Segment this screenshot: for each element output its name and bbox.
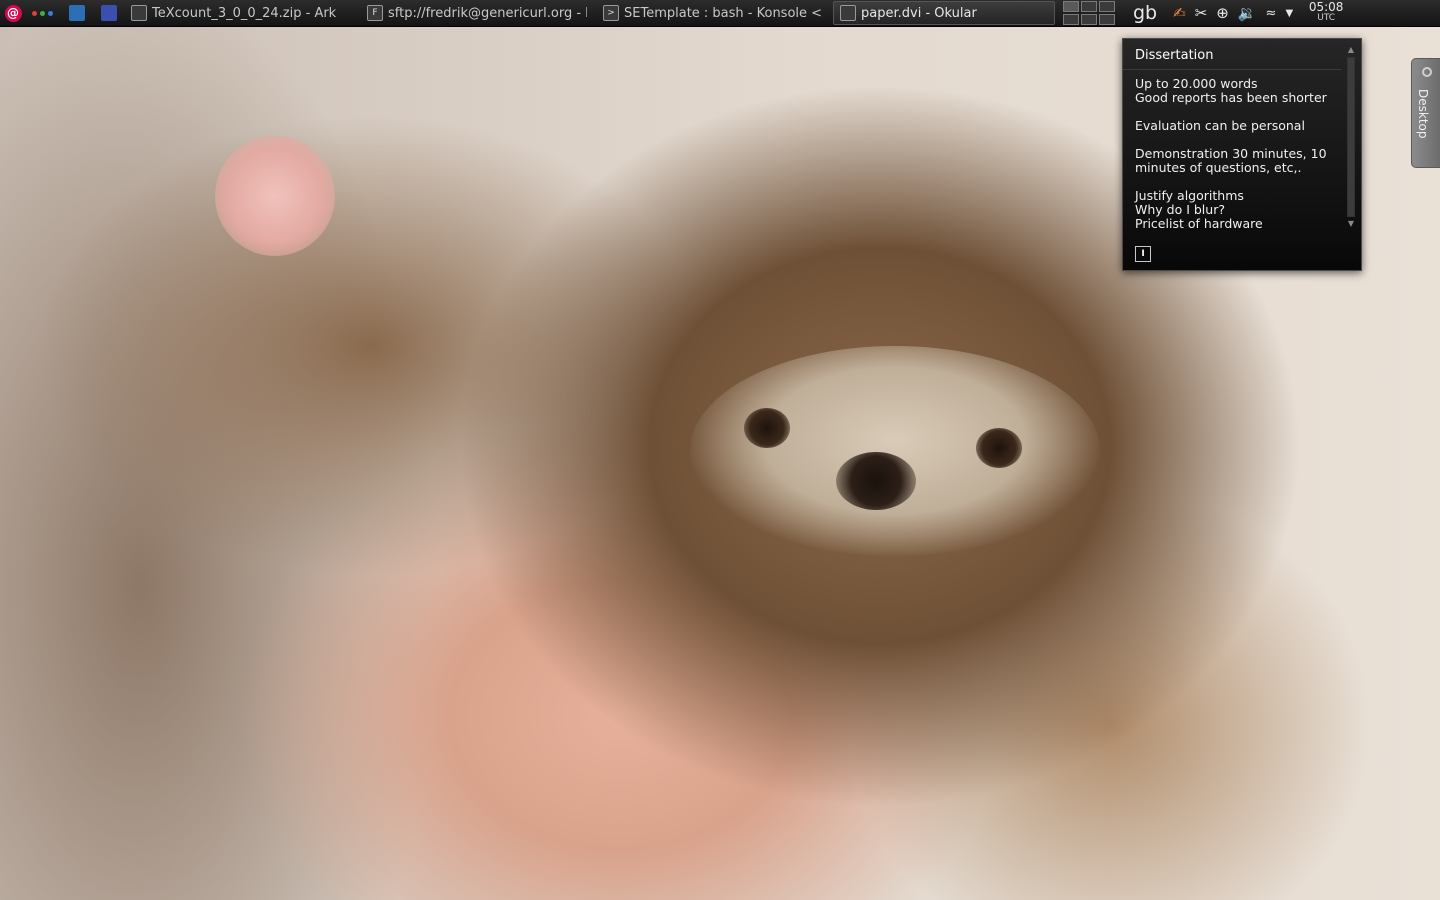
pager-desktop-2[interactable] [1081, 1, 1097, 12]
wallpaper-fingertip [215, 136, 335, 256]
scrollbar-thumb[interactable] [1348, 58, 1354, 216]
filezilla-icon: F [367, 5, 383, 21]
desktop-toolbox-tab[interactable]: Desktop [1411, 58, 1440, 168]
application-launcher[interactable]: @ [0, 0, 26, 26]
desktop-tab-label: Desktop [1416, 89, 1430, 139]
plasma-cashew-icon [1422, 67, 1432, 77]
pager-desktop-4[interactable] [1063, 14, 1079, 25]
debian-swirl-icon: @ [4, 4, 22, 22]
note-paragraph: Demonstration 30 minutes, 10 minutes of … [1135, 146, 1327, 175]
activity-manager-icon[interactable] [32, 10, 53, 16]
note-paragraph: Evaluation can be personal [1135, 118, 1305, 133]
pager-desktop-6[interactable] [1099, 14, 1115, 25]
note-scrollbar[interactable]: ▲ ▼ [1345, 45, 1357, 239]
note-title: Dissertation [1135, 48, 1214, 63]
wifi-icon[interactable]: ≈ [1266, 6, 1277, 21]
pager-desktop-1[interactable] [1063, 1, 1079, 12]
taskbar-item-ark[interactable]: TeXcount_3_0_0_24.zip - Ark [125, 1, 357, 25]
taskbar-item-filezilla[interactable]: F sftp://fredrik@genericurl.org - F [361, 1, 593, 25]
taskbar-item-okular[interactable]: paper.dvi - Okular [833, 1, 1055, 25]
wallpaper-sloth-face [690, 346, 1100, 556]
desktop-pager[interactable] [1063, 1, 1115, 25]
scroll-up-arrow-icon[interactable]: ▲ [1345, 45, 1357, 55]
note-text-area[interactable]: Up to 20.000 words Good reports has been… [1135, 77, 1340, 245]
scrollbar-track[interactable] [1347, 57, 1355, 217]
volume-icon[interactable]: 🔉 [1238, 4, 1257, 22]
top-panel: @ TeXcount_3_0_0_24.zip - Ark F sftp://f… [0, 0, 1440, 27]
wallpaper-sloth-nose [836, 452, 916, 510]
text-format-icon[interactable]: I [1135, 246, 1151, 262]
archive-icon [131, 5, 147, 21]
tray-expand-arrow-icon[interactable]: ▼ [1285, 8, 1293, 19]
note-paragraph: Justify algorithms Why do I blur? Pricel… [1135, 188, 1263, 231]
okular-icon [840, 5, 856, 21]
pager-desktop-3[interactable] [1099, 1, 1115, 12]
file-manager-icon[interactable] [69, 5, 85, 21]
note-paragraph: Up to 20.000 words Good reports has been… [1135, 76, 1327, 105]
clock-timezone: UTC [1317, 13, 1336, 23]
system-tray: ✍ ✂ ⊕ 🔉 ≈ ▼ [1173, 4, 1293, 22]
klipper-scissors-icon[interactable]: ✂ [1195, 4, 1208, 22]
krunner-icon[interactable] [101, 5, 117, 21]
notifications-icon[interactable]: ✍ [1173, 4, 1186, 22]
notes-widget[interactable]: Dissertation Up to 20.000 words Good rep… [1122, 38, 1362, 271]
clock-time: 05:08 [1308, 0, 1344, 14]
wallpaper-sloth-eye-left [744, 408, 790, 448]
pager-desktop-5[interactable] [1081, 14, 1097, 25]
note-divider [1123, 69, 1341, 70]
digital-clock[interactable]: 05:08 UTC [1303, 0, 1349, 24]
taskbar-item-konsole[interactable]: > SETemplate : bash - Konsole <2 [597, 1, 829, 25]
wallpaper-sloth-eye-right [976, 428, 1022, 468]
keyboard-layout-indicator[interactable]: gb [1133, 2, 1157, 24]
terminal-icon: > [603, 5, 619, 21]
scroll-down-arrow-icon[interactable]: ▼ [1345, 219, 1357, 229]
usb-device-icon[interactable]: ⊕ [1216, 4, 1229, 22]
